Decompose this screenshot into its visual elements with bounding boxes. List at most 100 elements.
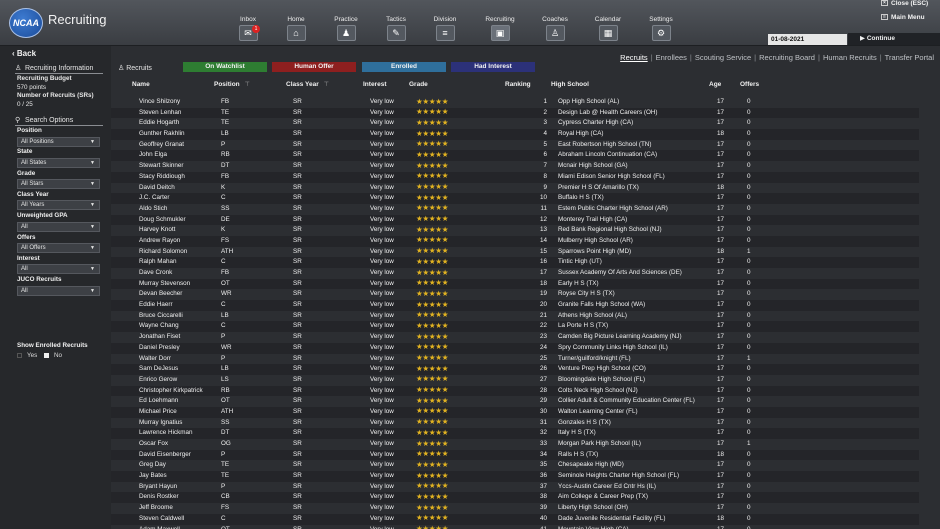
- table-row[interactable]: Bryant Hayun P SR Very low 37 Yccs-Austin Car…: [111, 481, 919, 493]
- nav-coaches[interactable]: Coaches ♙: [531, 16, 579, 41]
- tab-transfer-portal[interactable]: Transfer Portal: [885, 53, 934, 62]
- cell-class-year: SR: [293, 450, 302, 458]
- table-row[interactable]: Eddie Hogarth TE SR Very low 3 Cypress Charte…: [111, 118, 919, 129]
- filter-select-class-year[interactable]: All Years ▼: [17, 200, 100, 211]
- nav-label: Division: [433, 16, 457, 23]
- nav-division[interactable]: Division ≡: [421, 16, 469, 41]
- table-row[interactable]: J.C. Carter C SR Very low 10 Buffalo H S (TX)…: [111, 193, 919, 204]
- table-row[interactable]: Richard Solomon ATH SR Very low 15 Sparrows P…: [111, 246, 919, 258]
- nav-settings[interactable]: Settings ⚙: [637, 16, 685, 41]
- table-row[interactable]: Wayne Chang C SR Very low 22 La Porte H S (TX…: [111, 321, 919, 333]
- table-row[interactable]: Jeff Broome FS SR Very low 39 Liberty High Sc…: [111, 503, 919, 514]
- cell-offers: 0: [747, 418, 751, 426]
- table-row[interactable]: Murray Stevenson OT SR Very low 18 Early H S …: [111, 278, 919, 290]
- filter-select-juco-recruits[interactable]: All ▼: [17, 285, 100, 296]
- table-row[interactable]: Devan Beecher WR SR Very low 19 Royse City H …: [111, 289, 919, 300]
- table-row[interactable]: John Elga RB SR Very low 6 Abraham Lincoln Co…: [111, 150, 919, 162]
- filter-select-interest[interactable]: All ▼: [17, 264, 100, 275]
- tab-scouting-service[interactable]: Scouting Service: [695, 53, 751, 62]
- table-row[interactable]: Stewart Skinner DT SR Very low 7 Mcnair High …: [111, 161, 919, 172]
- tab-recruits[interactable]: Recruits: [620, 53, 648, 62]
- col-interest[interactable]: Interest: [363, 81, 386, 88]
- table-row[interactable]: Aldo Stich SS SR Very low 11 Estem Public Cha…: [111, 203, 919, 215]
- table-row[interactable]: Bruce Ciccarelli LB SR Very low 21 Athens Hig…: [111, 310, 919, 322]
- table-row[interactable]: Christopher Kirkpatrick RB SR Very low 28 Col…: [111, 385, 919, 397]
- table-row[interactable]: Steven Lenhan TE SR Very low 2 Design Lab @ H…: [111, 107, 919, 119]
- col-high-school[interactable]: High School: [551, 81, 589, 88]
- cell-class-year: SR: [293, 258, 302, 266]
- cell-position: CB: [221, 493, 230, 501]
- cell-ranking: 6: [543, 151, 547, 159]
- cell-high-school: Sparrows Point High (MD): [558, 247, 632, 255]
- col-ranking[interactable]: Ranking: [505, 81, 531, 88]
- table-row[interactable]: Lawrence Hickman DT SR Very low 32 Italy H S …: [111, 428, 919, 439]
- cell-name: Eddie Haerr: [139, 301, 173, 309]
- col-grade[interactable]: Grade: [409, 81, 428, 88]
- table-row[interactable]: Greg Day TE SR Very low 35 Chesapeake High (M…: [111, 460, 919, 471]
- filter-select-unweighted-gpa[interactable]: All ▼: [17, 221, 100, 232]
- tab-enrollees[interactable]: Enrollees: [656, 53, 687, 62]
- filter-select-state[interactable]: All States ▼: [17, 157, 100, 168]
- grade-stars-icon: ★★★★★: [416, 449, 449, 459]
- col-age[interactable]: Age: [709, 81, 721, 88]
- table-row[interactable]: Sam DeJesus LB SR Very low 26 Venture Prep Hi…: [111, 364, 919, 375]
- table-row[interactable]: Enrico Gerow LS SR Very low 27 Bloomingdale H…: [111, 374, 919, 386]
- cell-name: Christopher Kirkpatrick: [139, 386, 203, 394]
- tab-human-recruits[interactable]: Human Recruits: [823, 53, 877, 62]
- col-offers[interactable]: Offers: [740, 81, 759, 88]
- show-enrolled-no[interactable]: No: [44, 352, 62, 359]
- filter-select-position[interactable]: All Positions ▼: [17, 136, 100, 147]
- table-row[interactable]: David Eisenberger P SR Very low 34 Ralls H S …: [111, 449, 919, 461]
- table-row[interactable]: Oscar Fox OG SR Very low 33 Morgan Park High …: [111, 439, 919, 450]
- cell-high-school: La Porte H S (TX): [558, 322, 609, 330]
- col-class-year[interactable]: Class Year ⊤: [286, 81, 329, 88]
- close-button[interactable]: × Close (ESC): [881, 0, 928, 7]
- practice-icon: ♟: [336, 25, 356, 41]
- col-name[interactable]: Name: [132, 81, 150, 88]
- table-row[interactable]: Vince Shilzony FB SR Very low 1 Opp High Scho…: [111, 97, 919, 108]
- table-row[interactable]: David Deitch K SR Very low 9 Premier H S Of A…: [111, 182, 919, 194]
- nav-practice[interactable]: Practice ♟: [322, 16, 370, 41]
- table-row[interactable]: Ed Loehmann OT SR Very low 29 Collier Adult &…: [111, 396, 919, 407]
- col-position[interactable]: Position ⊤: [214, 81, 250, 88]
- tab-recruiting-board[interactable]: Recruiting Board: [759, 53, 815, 62]
- nav-inbox[interactable]: Inbox ✉ 1: [224, 16, 272, 41]
- filter-select-offers[interactable]: All Offers ▼: [17, 243, 100, 253]
- table-row[interactable]: Jay Bates TE SR Very low 36 Seminole Heights …: [111, 471, 919, 482]
- nav-tactics[interactable]: Tactics ✎: [372, 16, 420, 41]
- grade-stars-icon: ★★★★★: [416, 438, 449, 448]
- table-row[interactable]: Murray Ignatius SS SR Very low 31 Gonzales H …: [111, 417, 919, 429]
- nav-recruiting[interactable]: Recruiting ▣: [476, 16, 524, 41]
- nav-home[interactable]: Home ⌂: [272, 16, 320, 41]
- table-row[interactable]: Jonathan Fiset P SR Very low 23 Camden Big Pi…: [111, 332, 919, 343]
- cell-position: C: [221, 322, 226, 330]
- cell-high-school: Dade Juvenile Residential Facility (FL): [558, 514, 666, 522]
- table-row[interactable]: Dave Cronk FB SR Very low 17 Sussex Academy O…: [111, 268, 919, 279]
- nav-calendar[interactable]: Calendar ▦: [584, 16, 632, 41]
- show-enrolled-yes[interactable]: Yes: [17, 352, 37, 359]
- cell-high-school: Monterey Trail High (CA): [558, 215, 628, 223]
- main-menu-button[interactable]: ≡ Main Menu: [881, 14, 925, 21]
- table-row[interactable]: Steven Caldwell C SR Very low 40 Dade Juvenil…: [111, 513, 919, 525]
- table-row[interactable]: Daniel Presley WR SR Very low 24 Spry Communi…: [111, 342, 919, 354]
- filter-select-grade[interactable]: All Stars ▼: [17, 179, 100, 190]
- table-row[interactable]: Harvey Knott K SR Very low 13 Red Bank Region…: [111, 225, 919, 236]
- continue-button[interactable]: ▶ Continue: [848, 33, 940, 45]
- cell-high-school: Tintic High (UT): [558, 258, 602, 266]
- table-row[interactable]: Doug Schmukler DE SR Very low 12 Monterey Tra…: [111, 214, 919, 226]
- table-row[interactable]: Andrew Rayon FS SR Very low 14 Mulberry High …: [111, 235, 919, 247]
- table-row[interactable]: Walter Dorr P SR Very low 25 Turner/guilford/…: [111, 353, 919, 365]
- table-row[interactable]: Adam Maxwell OT SR Very low 41 Mountain View …: [111, 524, 919, 529]
- table-row[interactable]: Gunther Rakhlin LB SR Very low 4 Royal High (…: [111, 129, 919, 140]
- radio-unchecked-icon: [17, 352, 22, 358]
- table-row[interactable]: Ralph Mahan C SR Very low 16 Tintic High (UT)…: [111, 257, 919, 268]
- table-row[interactable]: Michael Price ATH SR Very low 30 Walton Learn…: [111, 406, 919, 418]
- cell-interest: Very low: [370, 258, 394, 266]
- table-row[interactable]: Geoffrey Granat P SR Very low 5 East Robertso…: [111, 139, 919, 151]
- cell-offers: 0: [747, 226, 751, 234]
- table-row[interactable]: Denis Rostker CB SR Very low 38 Aim College &…: [111, 492, 919, 504]
- back-button[interactable]: ‹ Back: [12, 49, 36, 58]
- table-row[interactable]: Eddie Haerr C SR Very low 20 Granite Falls Hi…: [111, 300, 919, 311]
- table-row[interactable]: Stacy Riddiough FB SR Very low 8 Miami Edison…: [111, 171, 919, 183]
- cell-ranking: 9: [543, 183, 547, 191]
